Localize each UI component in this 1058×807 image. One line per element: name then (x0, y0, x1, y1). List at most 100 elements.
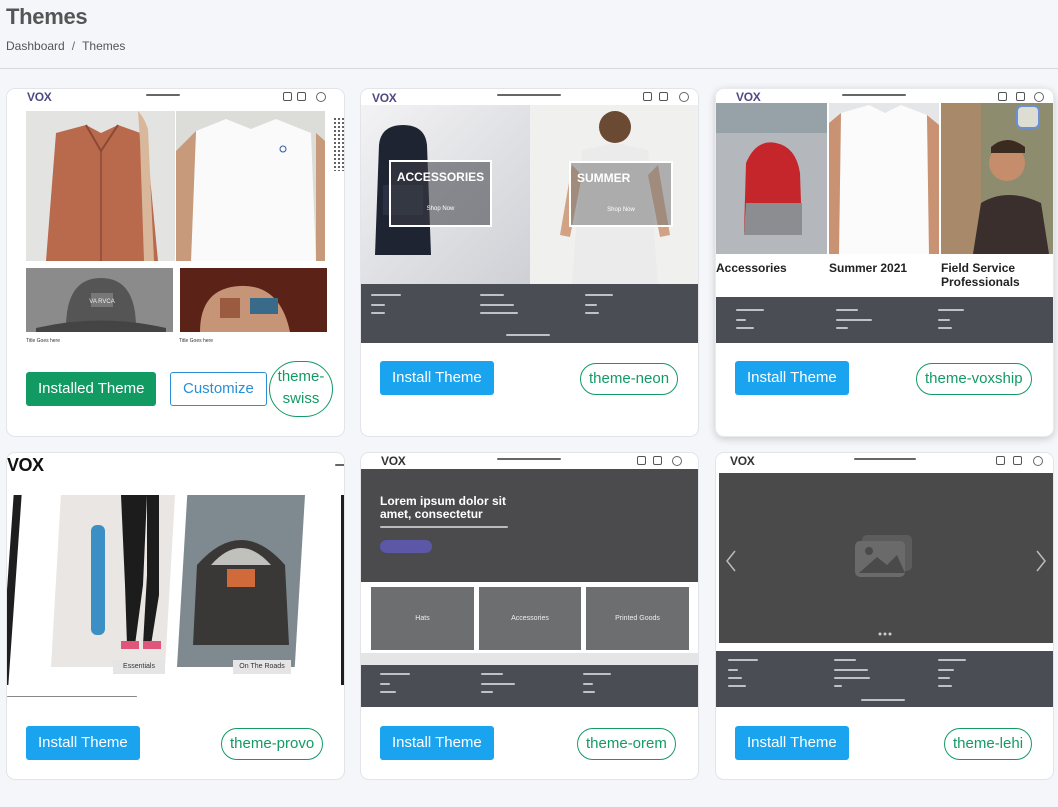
account-icon (679, 92, 689, 102)
bag-icon (1016, 92, 1025, 101)
account-icon (316, 92, 326, 102)
customize-button[interactable]: Customize (170, 372, 267, 406)
white-tshirt-photo (829, 103, 939, 254)
preview-header: VOX (361, 453, 698, 468)
install-theme-button[interactable]: Install Theme (380, 361, 494, 395)
accessories-banner-box[interactable]: ACCESSORIES Shop Now (389, 160, 492, 227)
tile-accessories[interactable]: Accessories (479, 587, 581, 650)
theme-preview-swiss[interactable]: VOX VA RVCA Title Goes here Title Goes h… (7, 89, 344, 351)
theme-name-tag: theme-provo (221, 728, 324, 760)
breadcrumb: Dashboard / Themes (6, 39, 125, 53)
preview-logo: VOX (381, 454, 406, 468)
jacket-photo (26, 111, 175, 261)
on-the-roads-label: On The Roads (233, 660, 291, 674)
preview-header: VOX (361, 89, 698, 105)
tshirt-photo (176, 111, 325, 261)
install-theme-button[interactable]: Install Theme (735, 726, 849, 760)
preview-header: VOX (7, 89, 344, 104)
category-caption-field-service: Field Service Professionals (941, 261, 1020, 289)
preview-footer (716, 297, 1053, 343)
theme-preview-orem[interactable]: VOX Lorem ipsum dolor sit amet, consecte… (361, 453, 698, 707)
preview-footer (361, 665, 698, 707)
theme-card-provo: VOX Essentials On The Roads Install Them… (6, 452, 345, 780)
red-bag-photo (716, 103, 827, 254)
preview-logo: VOX (736, 90, 761, 104)
theme-name-tag: theme-swiss (269, 361, 333, 417)
hero-banner: Lorem ipsum dolor sit amet, consectetur (361, 469, 698, 582)
summer-banner-title: SUMMER (577, 171, 631, 185)
image-placeholder-icon (855, 535, 912, 577)
preview-nav (146, 94, 180, 96)
theme-name-tag: theme-lehi (944, 728, 1033, 760)
category-caption-summer: Summer 2021 (829, 261, 908, 275)
breadcrumb-separator: / (71, 39, 76, 53)
theme-card-orem: VOX Lorem ipsum dolor sit amet, consecte… (360, 452, 699, 780)
left-edge-stripe (7, 495, 22, 685)
bag-icon (653, 456, 662, 465)
account-icon (672, 456, 682, 466)
theme-name-tag: theme-orem (577, 728, 676, 760)
preview-logo: VOX (372, 91, 397, 105)
cart-icon (643, 92, 652, 101)
breadcrumb-themes: Themes (82, 39, 126, 53)
breadcrumb-dashboard[interactable]: Dashboard (6, 39, 65, 53)
card-caption-1: Title Goes here (26, 338, 60, 344)
preview-header: VOX (716, 89, 1053, 104)
summer-shop-now: Shop Now (607, 207, 635, 213)
header-divider (0, 68, 1058, 69)
bag-photo (180, 268, 327, 332)
preview-logo: VOX (7, 455, 44, 475)
svg-text:VA RVCA: VA RVCA (89, 299, 114, 305)
preview-header: VOX (716, 453, 1053, 468)
theme-preview-neon[interactable]: VOX ACCESSORIES Shop Now SUMMER Shop Now (361, 89, 698, 343)
theme-card-neon: VOX ACCESSORIES Shop Now SUMMER Shop Now (360, 88, 699, 437)
preview-footer (361, 284, 698, 343)
theme-preview-lehi[interactable]: VOX (716, 453, 1053, 707)
preview-logo: VOX (730, 454, 755, 468)
hat-photo: VA RVCA (26, 268, 173, 332)
theme-preview-provo[interactable]: VOX Essentials On The Roads (7, 453, 344, 707)
preview-footer (716, 651, 1053, 707)
cart-icon (996, 456, 1005, 465)
preview-nav (854, 458, 916, 460)
bag-icon (1013, 456, 1022, 465)
essentials-label: Essentials (113, 660, 165, 674)
preview-nav (497, 94, 561, 96)
install-theme-button[interactable]: Install Theme (735, 361, 849, 395)
theme-preview-voxship[interactable]: VOX Accessories Summer 2021 Field Servic… (716, 89, 1053, 343)
right-edge-stripe (341, 495, 344, 685)
cart-icon (637, 456, 646, 465)
account-icon (1033, 456, 1043, 466)
installed-theme-button[interactable]: Installed Theme (26, 372, 157, 406)
visual-search-icon[interactable] (1016, 105, 1040, 129)
theme-card-lehi: VOX Install Theme theme-lehi (715, 452, 1054, 780)
hero-cta[interactable] (380, 540, 432, 553)
install-theme-button[interactable]: Install Theme (380, 726, 494, 760)
cart-icon (998, 92, 1007, 101)
preview-logo: VOX (27, 90, 52, 104)
preview-nav (842, 94, 906, 96)
tile-printed-goods[interactable]: Printed Goods (586, 587, 689, 650)
card-caption-2: Title Goes here (179, 338, 213, 344)
theme-name-tag: theme-neon (580, 363, 679, 395)
hero-headline: Lorem ipsum dolor sit amet, consectetur (380, 494, 507, 521)
preview-nav (335, 464, 344, 466)
summer-banner-box[interactable]: SUMMER Shop Now (569, 161, 673, 227)
category-caption-accessories: Accessories (716, 261, 787, 275)
install-theme-button[interactable]: Install Theme (26, 726, 140, 760)
carousel[interactable] (719, 473, 1053, 643)
theme-card-voxship: VOX Accessories Summer 2021 Field Servic… (715, 88, 1054, 437)
preview-nav (497, 458, 561, 460)
bag-icon (659, 92, 668, 101)
bag-icon (297, 92, 306, 101)
theme-name-tag: theme-voxship (916, 363, 1032, 395)
dots-pattern (333, 117, 344, 171)
yoga-photo (51, 495, 175, 667)
accessories-banner-title: ACCESSORIES (396, 170, 485, 184)
cap-bag-photo (177, 495, 305, 667)
tile-hats[interactable]: Hats (371, 587, 474, 650)
accessories-shop-now: Shop Now (426, 206, 455, 212)
theme-card-swiss: VOX VA RVCA Title Goes here Title Goes h… (6, 88, 345, 437)
cart-icon (283, 92, 292, 101)
page-title: Themes (6, 4, 88, 29)
